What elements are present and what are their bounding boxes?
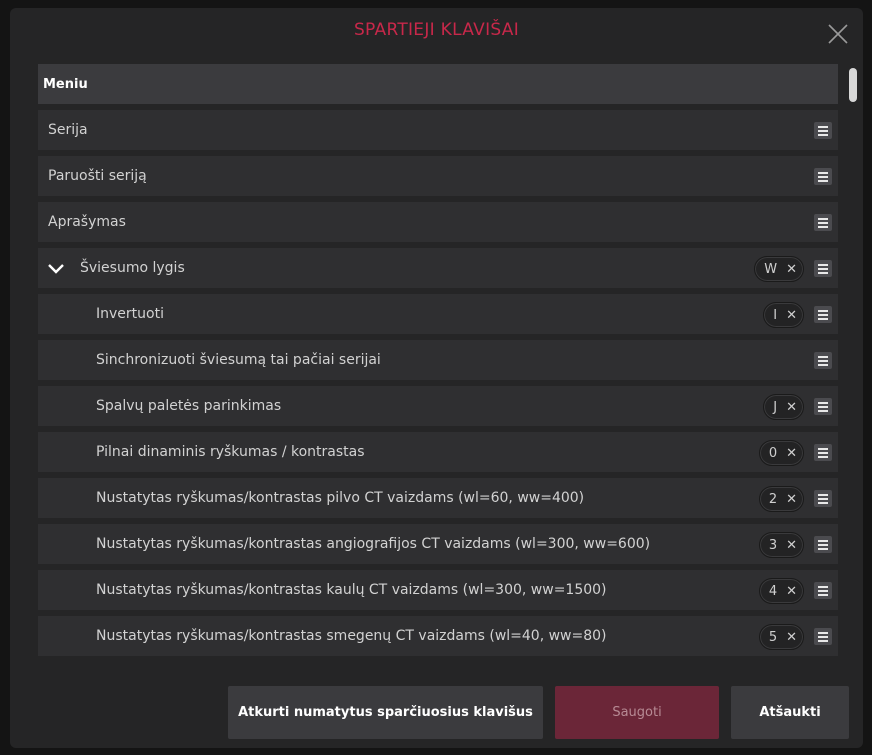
chevron-down-icon[interactable] [46,261,66,275]
remove-key-icon[interactable]: ✕ [786,630,797,645]
remove-key-icon[interactable]: ✕ [786,538,797,553]
key-binding-value: 5 [768,629,778,645]
remove-key-icon[interactable]: ✕ [786,492,797,507]
shortcut-row[interactable]: Nustatytas ryškumas/kontrastas angiograf… [38,524,838,564]
save-button[interactable]: Saugoti [555,686,719,739]
key-binding-chip: I ✕ [763,302,804,328]
key-binding-value: J [773,399,778,415]
shortcut-label: Spalvų paletės parinkimas [96,398,282,414]
key-binding-value: 2 [768,491,778,507]
hamburger-icon[interactable] [814,168,832,185]
shortcut-label: Nustatytas ryškumas/kontrastas pilvo CT … [96,490,585,506]
hamburger-icon[interactable] [814,398,832,415]
key-binding-chip: 3 ✕ [758,532,804,558]
shortcut-row[interactable]: Pilnai dinaminis ryškumas / kontrastas 0 ✕ [38,432,838,472]
hamburger-icon[interactable] [814,260,832,277]
scrollbar[interactable] [849,66,857,666]
shortcut-row[interactable]: Šviesumo lygis W ✕ [38,248,838,288]
list-header: Meniu [38,64,838,104]
remove-key-icon[interactable]: ✕ [786,400,797,415]
shortcut-label: Pilnai dinaminis ryškumas / kontrastas [96,444,365,460]
key-binding-chip: W ✕ [754,256,804,282]
shortcut-label: Invertuoti [96,306,164,322]
shortcut-label: Nustatytas ryškumas/kontrastas smegenų C… [96,628,607,644]
hamburger-icon[interactable] [814,444,832,461]
key-binding-chip: 5 ✕ [758,624,804,650]
shortcut-row[interactable]: Aprašymas [38,202,838,242]
shortcut-label: Sinchronizuoti šviesumą tai pačiai serij… [96,352,381,368]
reset-defaults-button[interactable]: Atkurti numatytus sparčiuosius klavišus [228,686,543,739]
scrollbar-thumb[interactable] [849,68,857,102]
shortcut-label: Aprašymas [48,214,126,230]
header-label: Meniu [43,76,88,92]
shortcut-label: Nustatytas ryškumas/kontrastas angiograf… [96,536,651,552]
dialog-title: SPARTIEJI KLAVIŠAI [353,20,520,40]
hamburger-icon[interactable] [814,352,832,369]
shortcut-row[interactable]: Paruošti seriją [38,156,838,196]
hamburger-icon[interactable] [814,628,832,645]
shortcut-row[interactable]: Spalvų paletės parinkimas J ✕ [38,386,838,426]
key-binding-chip: J ✕ [763,394,804,420]
shortcut-row[interactable]: Nustatytas ryškumas/kontrastas pilvo CT … [38,478,838,518]
shortcut-list: Meniu Serija Paruošti seriją Aprašymas Švie… [38,64,838,669]
hamburger-icon[interactable] [814,306,832,323]
hamburger-icon[interactable] [814,582,832,599]
close-button[interactable] [827,23,849,45]
key-binding-chip: 2 ✕ [758,486,804,512]
shortcut-row[interactable]: Serija [38,110,838,150]
shortcut-row[interactable]: Nustatytas ryškumas/kontrastas smegenų C… [38,616,838,656]
hamburger-icon[interactable] [814,536,832,553]
shortcut-row[interactable]: Sinchronizuoti šviesumą tai pačiai serij… [38,340,838,380]
hamburger-icon[interactable] [814,490,832,507]
key-binding-chip: 4 ✕ [758,578,804,604]
key-binding-value: I [773,307,778,323]
key-binding-chip: 0 ✕ [758,440,804,466]
key-binding-value: W [764,261,778,277]
key-binding-value: 0 [768,445,778,461]
shortcut-label: Šviesumo lygis [80,260,185,276]
shortcut-label: Nustatytas ryškumas/kontrastas kaulų CT … [96,582,607,598]
remove-key-icon[interactable]: ✕ [786,446,797,461]
hamburger-icon[interactable] [814,214,832,231]
shortcut-label: Serija [48,122,88,138]
shortcuts-dialog: SPARTIEJI KLAVIŠAI Meniu Serija Paruošti … [10,8,863,748]
close-icon [828,24,848,44]
remove-key-icon[interactable]: ✕ [786,308,797,323]
hamburger-icon[interactable] [814,122,832,139]
cancel-button[interactable]: Atšaukti [731,686,849,739]
remove-key-icon[interactable]: ✕ [786,584,797,599]
shortcut-row[interactable]: Invertuoti I ✕ [38,294,838,334]
key-binding-value: 3 [768,537,778,553]
key-binding-value: 4 [768,583,778,599]
remove-key-icon[interactable]: ✕ [786,262,797,277]
shortcut-label: Paruošti seriją [48,168,147,184]
shortcut-row[interactable]: Nustatytas ryškumas/kontrastas kaulų CT … [38,570,838,610]
